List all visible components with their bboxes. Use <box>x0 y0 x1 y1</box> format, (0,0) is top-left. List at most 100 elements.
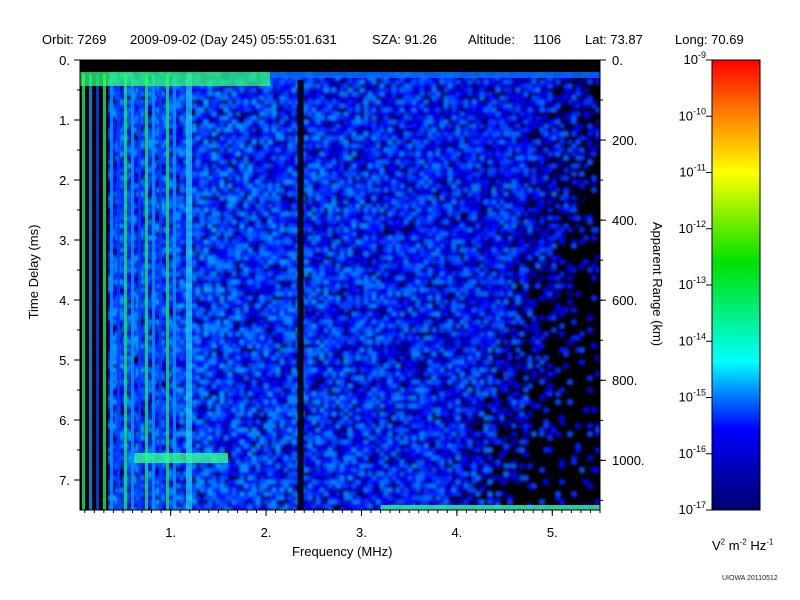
heatmap-cell <box>120 128 124 132</box>
heatmap-cell <box>360 204 364 208</box>
heatmap-cell <box>284 156 288 160</box>
heatmap-cell <box>288 132 292 136</box>
heatmap-cell <box>484 148 488 152</box>
heatmap-cell <box>256 172 260 176</box>
heatmap-cell <box>280 216 284 220</box>
heatmap-cell <box>404 216 408 220</box>
heatmap-cell <box>208 228 212 232</box>
heatmap-cell <box>528 228 532 232</box>
heatmap-cell <box>576 116 580 120</box>
heatmap-cell <box>212 180 216 184</box>
heatmap-cell <box>440 80 444 84</box>
heatmap-cell <box>536 160 540 164</box>
heatmap-cell <box>488 124 492 128</box>
heatmap-cell <box>216 96 220 100</box>
heatmap-cell <box>256 216 260 220</box>
heatmap-cell <box>584 80 588 84</box>
heatmap-cell <box>452 132 456 136</box>
heatmap-cell <box>424 108 428 112</box>
heatmap-cell <box>348 92 352 96</box>
heatmap-cell <box>304 148 308 152</box>
heatmap-cell <box>260 168 264 172</box>
heatmap-cell <box>588 80 592 84</box>
heatmap-cell <box>428 100 432 104</box>
heatmap-cell <box>456 224 460 228</box>
heatmap-cell <box>176 180 180 184</box>
heatmap-cell <box>548 148 552 152</box>
heatmap-cell <box>336 160 340 164</box>
heatmap-cell <box>544 152 548 156</box>
heatmap-cell <box>472 132 476 136</box>
heatmap-cell <box>528 180 532 184</box>
heatmap-cell <box>252 232 256 236</box>
heatmap-cell <box>424 132 428 136</box>
heatmap-cell <box>288 88 292 92</box>
heatmap-cell <box>292 128 296 132</box>
heatmap-cell <box>176 124 180 128</box>
heatmap-cell <box>256 140 260 144</box>
heatmap-cell <box>488 88 492 92</box>
heatmap-cell <box>332 204 336 208</box>
heatmap-cell <box>356 132 360 136</box>
heatmap-cell <box>244 220 248 224</box>
heatmap-cell <box>408 212 412 216</box>
heatmap-cell <box>244 208 248 212</box>
heatmap-cell <box>244 112 248 116</box>
heatmap-cell <box>388 212 392 216</box>
heatmap-cell <box>312 124 316 128</box>
heatmap-cell <box>332 168 336 172</box>
heatmap-cell <box>288 156 292 160</box>
heatmap-cell <box>236 140 240 144</box>
heatmap-cell <box>556 88 560 92</box>
heatmap-cell <box>496 192 500 196</box>
heatmap-cell <box>528 108 532 112</box>
heatmap-cell <box>420 156 424 160</box>
heatmap-cell <box>324 172 328 176</box>
heatmap-cell <box>484 224 488 228</box>
heatmap-cell <box>584 148 588 152</box>
heatmap-cell <box>456 188 460 192</box>
heatmap-cell <box>260 104 264 108</box>
heatmap-cell <box>568 104 572 108</box>
heatmap-cell <box>380 104 384 108</box>
heatmap-cell <box>456 80 460 84</box>
heatmap-cell <box>236 108 240 112</box>
heatmap-cell <box>492 104 496 108</box>
heatmap-cell <box>368 200 372 204</box>
heatmap-cell <box>336 144 340 148</box>
heatmap-cell <box>408 160 412 164</box>
heatmap-cell <box>564 80 568 84</box>
heatmap-cell <box>220 152 224 156</box>
heatmap-cell <box>412 156 416 160</box>
heatmap-cell <box>448 196 452 200</box>
heatmap-cell <box>428 84 432 88</box>
heatmap-cell <box>396 204 400 208</box>
heatmap-cell <box>576 112 580 116</box>
heatmap-cell <box>212 92 216 96</box>
heatmap-cell <box>408 140 412 144</box>
heatmap-cell <box>200 116 204 120</box>
heatmap-cell <box>364 188 368 192</box>
heatmap-cell <box>504 224 508 228</box>
heatmap-cell <box>304 224 308 228</box>
heatmap-cell <box>368 144 372 148</box>
heatmap-cell <box>340 160 344 164</box>
heatmap-cell <box>440 108 444 112</box>
heatmap-cell <box>176 156 180 160</box>
heatmap-cell <box>484 168 488 172</box>
heatmap-cell <box>516 124 520 128</box>
heatmap-cell <box>420 184 424 188</box>
heatmap-cell <box>548 176 552 180</box>
heatmap-cell <box>356 176 360 180</box>
heatmap-cell <box>332 132 336 136</box>
heatmap-cell <box>476 132 480 136</box>
heatmap-cell <box>276 128 280 132</box>
heatmap-cell <box>588 180 592 184</box>
heatmap-cell <box>276 160 280 164</box>
heatmap-cell <box>256 224 260 228</box>
heatmap-cell <box>588 220 592 224</box>
heatmap-cell <box>248 196 252 200</box>
heatmap-cell <box>220 204 224 208</box>
heatmap-cell <box>564 184 568 188</box>
heatmap-cell <box>480 80 484 84</box>
